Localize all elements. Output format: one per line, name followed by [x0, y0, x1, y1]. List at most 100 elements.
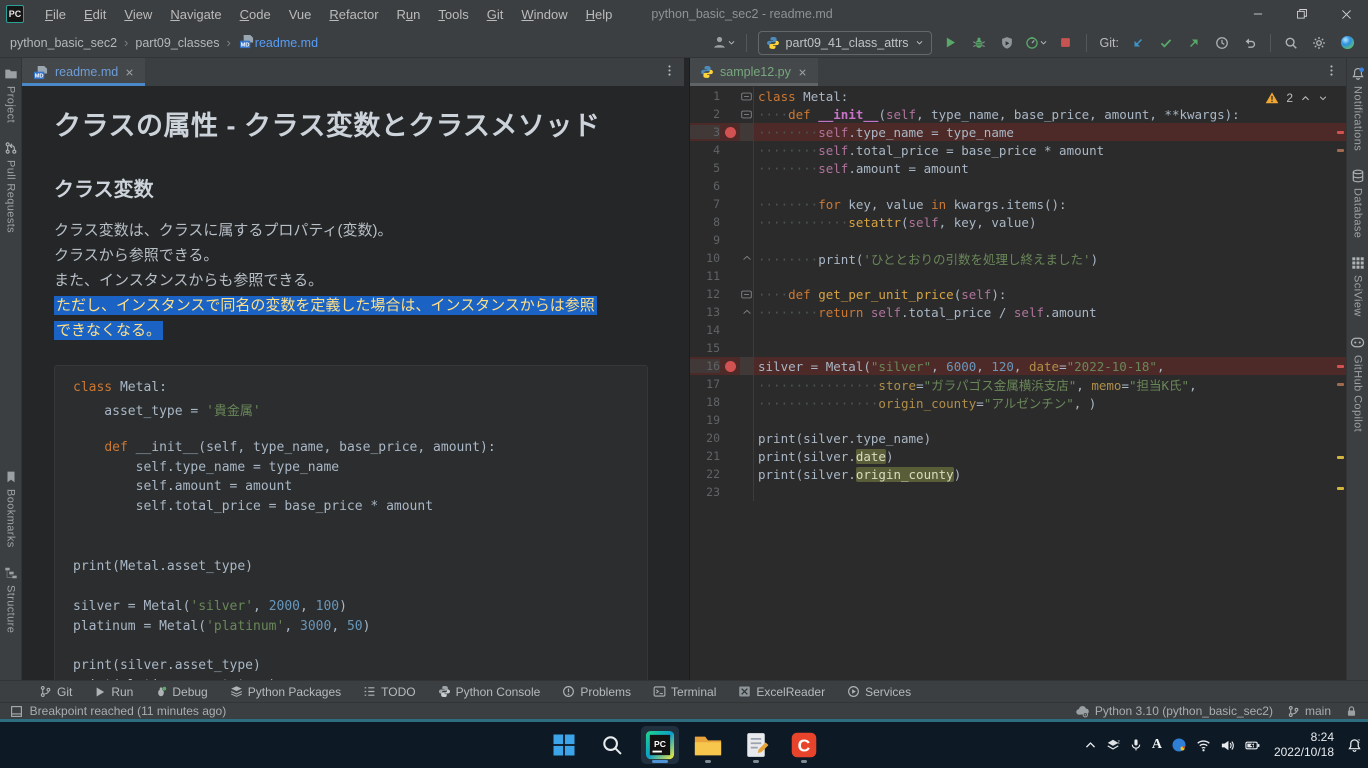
menu-item-git[interactable]: Git — [478, 3, 513, 26]
stop-button[interactable] — [1053, 31, 1079, 55]
git-commit-button[interactable] — [1153, 31, 1179, 55]
menu-item-view[interactable]: View — [115, 3, 161, 26]
history-button[interactable] — [1209, 31, 1235, 55]
tool-window-label: Git — [57, 685, 72, 699]
editor-line: 5········self.amount = amount — [690, 159, 1346, 177]
tray-mic-icon[interactable] — [1129, 738, 1143, 752]
tray-expand-button[interactable] — [1084, 739, 1097, 752]
restore-button[interactable] — [1280, 0, 1324, 28]
error-stripe-mark[interactable] — [1337, 131, 1344, 134]
breakpoint-icon[interactable] — [720, 361, 740, 372]
menu-item-run[interactable]: Run — [388, 3, 430, 26]
prev-warning-icon[interactable] — [1300, 93, 1311, 104]
debug-button[interactable] — [966, 31, 992, 55]
error-stripe-mark[interactable] — [1337, 149, 1344, 152]
tool-window-debug[interactable]: Debug — [146, 681, 216, 703]
menu-item-file[interactable]: File — [36, 3, 75, 26]
menu-item-code[interactable]: Code — [231, 3, 280, 26]
tool-window-python-packages[interactable]: Python Packages — [221, 681, 350, 703]
ime-mode-indicator[interactable]: A — [1152, 737, 1162, 753]
more-options-icon[interactable] — [655, 63, 684, 81]
run-configuration-select[interactable]: part09_41_class_attrs — [758, 31, 932, 55]
close-tab-icon[interactable] — [124, 67, 135, 78]
minimize-button[interactable] — [1236, 0, 1280, 28]
tool-window-button-bookmarks[interactable]: Bookmarks — [4, 461, 18, 557]
close-button[interactable] — [1324, 0, 1368, 28]
git-push-button[interactable] — [1181, 31, 1207, 55]
fold-down-icon[interactable] — [740, 285, 754, 303]
tray-wifi-icon[interactable] — [1196, 738, 1211, 753]
right-tool-window-bar: NotificationsDatabaseSciViewGitHub Copil… — [1346, 58, 1368, 680]
breadcrumb-item[interactable]: part09_classes — [135, 36, 219, 50]
fold-down-icon[interactable] — [740, 87, 754, 105]
menu-item-refactor[interactable]: Refactor — [320, 3, 387, 26]
tool-window-terminal[interactable]: Terminal — [644, 681, 725, 703]
tool-window-button-project[interactable]: Project — [4, 58, 18, 132]
interpreter-widget[interactable]: Python 3.10 (python_basic_sec2) — [1075, 704, 1273, 719]
db-icon — [1351, 169, 1365, 183]
start-button[interactable] — [545, 726, 583, 764]
code-editor[interactable]: 1class Metal:2····def __init__(self, typ… — [690, 86, 1346, 680]
menu-item-edit[interactable]: Edit — [75, 3, 115, 26]
fold-down-icon[interactable] — [740, 105, 754, 123]
tool-window-problems[interactable]: Problems — [553, 681, 640, 703]
explorer-icon — [693, 730, 723, 760]
breakpoint-icon[interactable] — [720, 127, 740, 138]
tool-window-switcher-icon[interactable] — [10, 705, 23, 718]
fold-up-icon[interactable] — [740, 303, 754, 321]
search-everywhere-button[interactable] — [1278, 31, 1304, 55]
readonly-lock-icon[interactable] — [1345, 705, 1358, 718]
tool-window-button-sciview[interactable]: SciView — [1351, 247, 1365, 326]
taskbar-clock[interactable]: 8:242022/10/18 — [1270, 730, 1338, 760]
more-options-icon[interactable] — [1317, 63, 1346, 81]
rollback-button[interactable] — [1237, 31, 1263, 55]
taskbar-camtasia-button[interactable]: C — [785, 726, 823, 764]
run-button[interactable] — [938, 31, 964, 55]
close-tab-icon[interactable] — [797, 67, 808, 78]
git-branch-widget[interactable]: main — [1287, 704, 1331, 718]
menu-item-vue[interactable]: Vue — [280, 3, 321, 26]
taskbar-explorer-button[interactable] — [689, 726, 727, 764]
tool-window-button-github-copilot[interactable]: GitHub Copilot — [1350, 326, 1365, 441]
tray-volume-icon[interactable] — [1220, 738, 1235, 753]
breadcrumb-item[interactable]: readme.md — [255, 36, 318, 50]
coverage-button[interactable] — [994, 31, 1020, 55]
taskbar-notepad-button[interactable] — [737, 726, 775, 764]
error-stripe-mark[interactable] — [1337, 456, 1344, 459]
code-with-me-button[interactable] — [1334, 31, 1360, 55]
menu-item-navigate[interactable]: Navigate — [161, 3, 230, 26]
tray-dropbox-icon[interactable]: z — [1106, 738, 1120, 752]
notification-center-button[interactable]: z — [1347, 738, 1362, 753]
tool-window-excelreader[interactable]: ExcelReader — [729, 681, 834, 703]
tool-window-python-console[interactable]: Python Console — [429, 681, 550, 703]
tool-window-git[interactable]: Git — [30, 681, 81, 703]
tab-readme-md[interactable]: MD readme.md — [22, 58, 145, 86]
menu-item-help[interactable]: Help — [577, 3, 622, 26]
settings-button[interactable] — [1306, 31, 1332, 55]
inspections-widget[interactable]: 2 — [1261, 90, 1332, 106]
tool-window-todo[interactable]: TODO — [354, 681, 424, 703]
taskbar-search-button[interactable] — [593, 726, 631, 764]
tool-window-run[interactable]: Run — [85, 681, 142, 703]
tool-window-button-notifications[interactable]: Notifications — [1351, 58, 1365, 160]
tool-window-services[interactable]: Services — [838, 681, 920, 703]
git-update-button[interactable] — [1125, 31, 1151, 55]
error-stripe-mark[interactable] — [1337, 365, 1344, 368]
taskbar-pycharm-button[interactable]: PC — [641, 726, 679, 764]
tool-window-button-pull-requests[interactable]: Pull Requests — [4, 132, 18, 242]
user-menu-button[interactable] — [709, 31, 739, 55]
tray-battery-icon[interactable] — [1244, 738, 1261, 753]
menu-item-tools[interactable]: Tools — [429, 3, 477, 26]
breadcrumb-item[interactable]: python_basic_sec2 — [10, 36, 117, 50]
error-stripe-mark[interactable] — [1337, 383, 1344, 386]
tool-window-button-structure[interactable]: Structure — [4, 557, 18, 642]
profiler-button[interactable] — [1022, 31, 1051, 55]
menu-item-window[interactable]: Window — [512, 3, 576, 26]
tab-sample12-py[interactable]: sample12.py — [690, 58, 818, 86]
line-number: 9 — [690, 233, 720, 247]
next-warning-icon[interactable] — [1318, 93, 1328, 103]
fold-up-icon[interactable] — [740, 249, 754, 267]
tray-app-icon[interactable] — [1171, 737, 1187, 753]
error-stripe-mark[interactable] — [1337, 487, 1344, 490]
tool-window-button-database[interactable]: Database — [1351, 160, 1365, 247]
